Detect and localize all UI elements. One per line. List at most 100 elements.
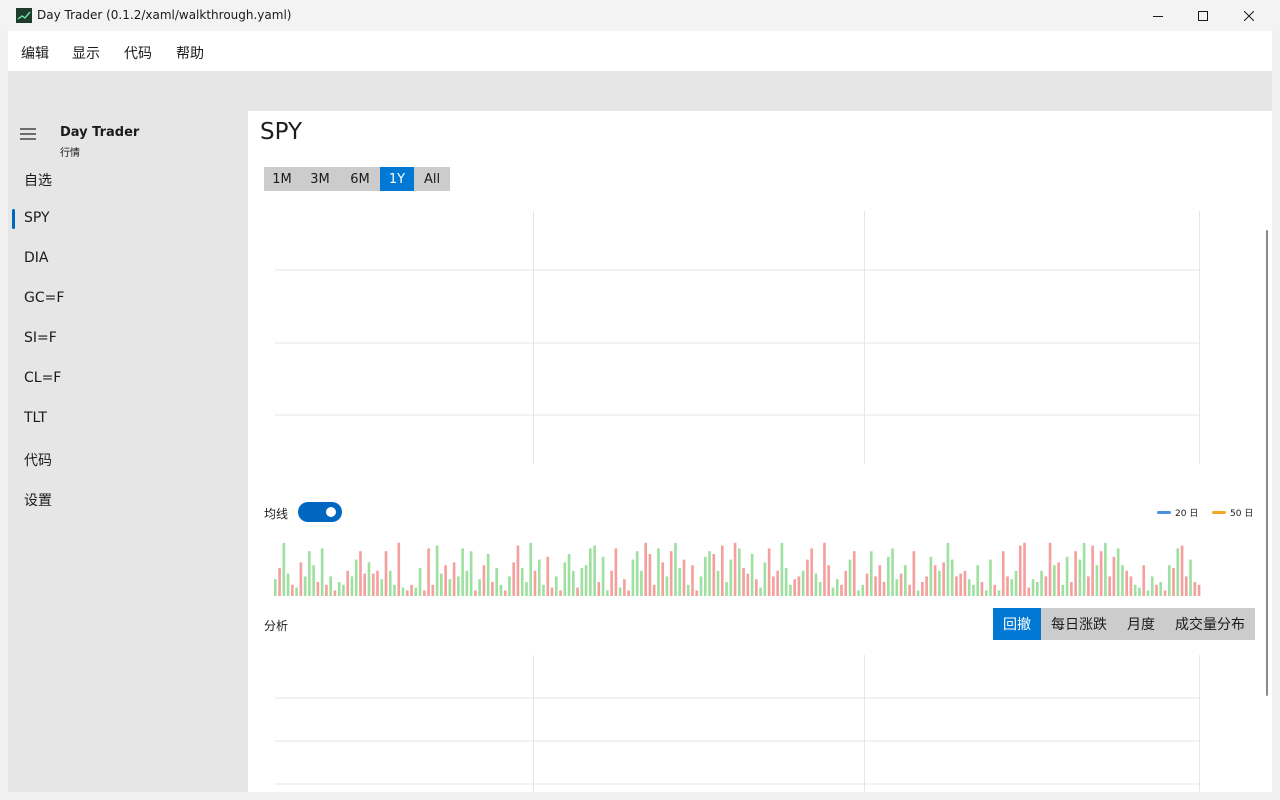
tab-volume-profile[interactable]: 成交量分布 <box>1165 608 1255 640</box>
volume-bar <box>865 573 869 596</box>
sidebar-item-code[interactable]: 代码 <box>8 439 248 479</box>
volume-bar <box>495 568 498 596</box>
menu-view[interactable]: 显示 <box>72 43 100 63</box>
volume-bar <box>623 579 626 596</box>
volume-bar <box>1061 584 1065 596</box>
volume-bar <box>857 590 860 596</box>
volume-bar <box>933 565 937 596</box>
volume-bar <box>363 573 367 596</box>
volume-bar <box>440 573 443 596</box>
sidebar-item-crude[interactable]: CL=F <box>8 359 248 399</box>
selection-indicator <box>12 209 15 229</box>
page-title: SPY <box>260 119 303 145</box>
tab-drawdown[interactable]: 回撤 <box>993 608 1041 640</box>
volume-bar <box>1074 551 1077 596</box>
range-3m-button[interactable]: 3M <box>300 167 340 191</box>
close-button[interactable] <box>1226 0 1272 31</box>
volume-bar <box>614 548 618 596</box>
volume-bar <box>584 565 588 596</box>
volume-bar <box>376 570 379 596</box>
sidebar-item-silver[interactable]: SI=F <box>8 319 248 359</box>
volume-bar <box>733 542 737 596</box>
volume-bar <box>1142 565 1146 596</box>
legend-label: 50 日 <box>1230 509 1254 519</box>
volume-bar <box>835 579 839 596</box>
sidebar-item-label: TLT <box>24 410 47 426</box>
volume-bar <box>725 582 728 596</box>
volume-bar <box>491 582 494 596</box>
maximize-button[interactable] <box>1180 0 1226 31</box>
volume-bar <box>286 573 290 596</box>
sidebar-item-label: CL=F <box>24 370 62 386</box>
volume-bar <box>1018 545 1022 596</box>
volume-bar <box>904 565 907 596</box>
volume-bar <box>567 554 571 596</box>
volume-bar <box>1082 542 1086 596</box>
range-selector: 1M 3M 6M 1Y All <box>264 167 450 191</box>
volume-bar <box>1044 576 1048 596</box>
sidebar-item-watchlist[interactable]: 自选 <box>8 159 248 199</box>
volume-bar <box>1087 576 1090 596</box>
volume-bar <box>1176 548 1180 596</box>
sidebar-item-spy[interactable]: SPY <box>8 199 248 239</box>
volume-bar <box>597 582 601 596</box>
volume-bar <box>886 556 890 596</box>
volume-bar <box>601 556 605 596</box>
volume-bar <box>1163 590 1167 596</box>
volume-bar <box>580 568 584 596</box>
sidebar-item-label: SI=F <box>24 330 57 346</box>
vertical-scrollbar[interactable] <box>1266 230 1268 696</box>
volume-bar <box>712 554 716 596</box>
tool-band <box>8 71 1272 111</box>
tab-monthly[interactable]: 月度 <box>1117 608 1165 640</box>
volume-bar <box>627 590 630 596</box>
volume-bar <box>1104 542 1107 596</box>
volume-bar <box>435 545 439 596</box>
volume-bar <box>542 584 545 596</box>
volume-bar <box>678 568 682 596</box>
volume-bar <box>1112 556 1116 596</box>
volume-bar <box>823 542 826 596</box>
volume-bar <box>776 570 779 596</box>
volume-bar <box>1167 565 1171 596</box>
volume-bar <box>789 584 792 596</box>
volume-bar <box>1108 576 1111 596</box>
volume-bar <box>652 584 656 596</box>
volume-bar <box>972 584 975 596</box>
menu-help[interactable]: 帮助 <box>176 43 204 63</box>
volume-bar <box>908 584 911 596</box>
hamburger-menu-icon[interactable] <box>20 125 36 140</box>
volume-bar <box>384 551 388 596</box>
volume-bar <box>801 570 805 596</box>
volume-bar <box>457 576 460 596</box>
volume-bar <box>848 559 852 596</box>
volume-bar <box>844 570 848 596</box>
range-1m-button[interactable]: 1M <box>264 167 300 191</box>
sidebar-item-gold[interactable]: GC=F <box>8 279 248 319</box>
sidebar-item-tlt[interactable]: TLT <box>8 399 248 439</box>
volume-bar <box>299 562 303 596</box>
volume-bar <box>397 542 401 596</box>
minimize-button[interactable] <box>1135 0 1181 31</box>
sidebar-item-label: SPY <box>24 210 50 226</box>
volume-bar <box>767 548 771 596</box>
volume-bar <box>282 542 286 596</box>
volume-bar <box>1189 559 1192 596</box>
range-all-button[interactable]: All <box>414 167 450 191</box>
volume-bar <box>738 548 741 596</box>
sidebar-item-dia[interactable]: DIA <box>8 239 248 279</box>
volume-bar <box>810 548 814 596</box>
volume-bar <box>610 570 613 596</box>
menu-code[interactable]: 代码 <box>124 43 152 63</box>
range-6m-button[interactable]: 6M <box>340 167 380 191</box>
volume-bar <box>1193 582 1197 596</box>
tab-daily-change[interactable]: 每日涨跌 <box>1041 608 1117 640</box>
legend-label: 20 日 <box>1175 509 1199 519</box>
menu-edit[interactable]: 编辑 <box>21 43 49 63</box>
volume-bar <box>827 565 831 596</box>
volume-bar <box>520 568 524 596</box>
sidebar-item-settings[interactable]: 设置 <box>8 479 248 519</box>
moving-average-toggle[interactable] <box>298 502 342 522</box>
volume-bar <box>359 551 362 596</box>
range-1y-button[interactable]: 1Y <box>380 167 414 191</box>
